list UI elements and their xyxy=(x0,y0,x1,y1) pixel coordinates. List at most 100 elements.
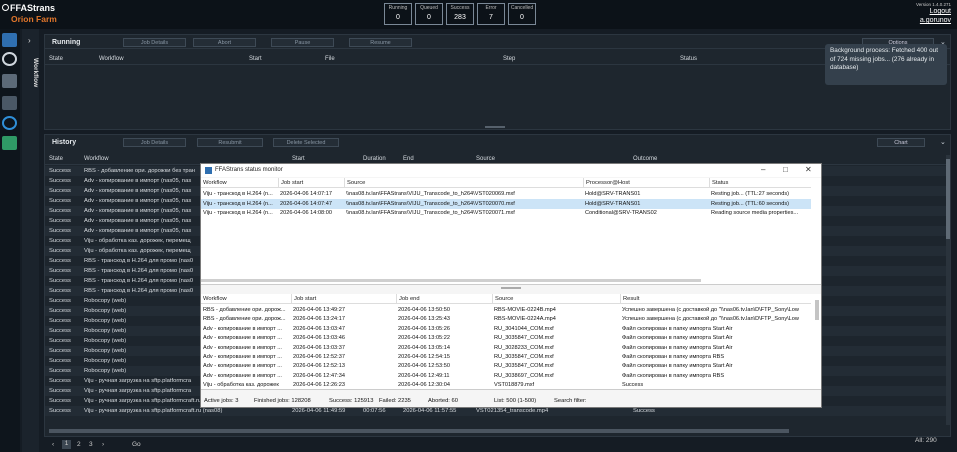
finished-jobs-table: Workflow Job start Job end Source Result… xyxy=(201,294,821,390)
cell-state: Success xyxy=(49,328,71,334)
page-1[interactable]: 1 xyxy=(62,440,71,449)
total-count: All: 290 xyxy=(915,437,937,444)
user-link[interactable]: a.gorunov xyxy=(920,17,951,24)
delete-selected-button[interactable]: Delete Selected xyxy=(273,138,339,147)
sidebar xyxy=(0,29,20,452)
running-title: Running xyxy=(52,39,81,46)
chart-button[interactable]: Chart xyxy=(877,138,925,147)
dialog-status-bar: Active jobs: 3 Finished jobs: 128208 Suc… xyxy=(204,398,587,404)
close-icon[interactable]: ✕ xyxy=(805,165,812,174)
history-hscrollbar[interactable] xyxy=(49,429,789,433)
expand-chevron-icon[interactable]: › xyxy=(28,36,31,45)
cell-state: Success xyxy=(49,258,71,264)
cell-wf: Viju - транскод в H.264 (n... xyxy=(203,210,273,216)
active-job-row[interactable]: Viju - транскод в H.264 (n... 2026-04-06 … xyxy=(201,208,811,218)
cell-state: Success xyxy=(49,238,71,244)
app-logo-icon xyxy=(2,4,9,11)
cell-state: Success xyxy=(49,408,71,414)
cell-end: 2026-04-06 12:30:04 xyxy=(398,382,450,388)
finished-job-row[interactable]: Viju - обработка каз. дорожек 2026-04-06 … xyxy=(201,380,811,388)
cell-start: 2026-04-06 14:08:00 xyxy=(280,210,332,216)
cell-status: Resting job... (TTL:27 seconds) xyxy=(711,191,790,197)
cell-status: Reading source media properties... xyxy=(711,210,799,216)
settings-gear-icon[interactable] xyxy=(2,52,17,66)
stat-running[interactable]: Running 0 xyxy=(384,3,412,25)
active-jobs-header: Workflow Job start Source Processor@Host… xyxy=(201,178,811,188)
stat-queued[interactable]: Queued 0 xyxy=(415,3,443,25)
cell-state: Success xyxy=(49,288,71,294)
cell-src: \\nas08.tv.lan\FFAStrans\VIJU_Transcode_… xyxy=(346,200,515,207)
active-hscrollbar[interactable] xyxy=(201,279,701,282)
cell-proc: Conditional@SRV-TRANS02 xyxy=(585,210,657,216)
page-3[interactable]: 3 xyxy=(89,441,93,448)
go-button[interactable]: Go xyxy=(132,441,141,448)
cell-state: Success xyxy=(49,268,71,274)
cell-proc: Hold@SRV-TRANS01 xyxy=(585,191,641,197)
cell-state: Success xyxy=(49,208,71,214)
history-job-details-button[interactable]: Job Details xyxy=(123,138,186,147)
cell-status: Resting job... (TTL:60 seconds) xyxy=(711,200,790,207)
history-scrollbar[interactable] xyxy=(946,155,950,425)
workflow-icon[interactable] xyxy=(2,136,17,150)
active-job-row[interactable]: Viju - транскод в H.264 (n... 2026-04-06 … xyxy=(201,198,811,209)
cell-wf: Viju - обработка каз. дорожек xyxy=(203,382,279,388)
dialog-app-icon xyxy=(205,167,212,174)
splitter-handle[interactable] xyxy=(485,126,505,128)
cell-proc: Hold@SRV-TRANS01 xyxy=(585,200,641,207)
background-process-tooltip: Background process: Fetched 400 out of 7… xyxy=(825,44,947,85)
finished-scrollbar[interactable] xyxy=(815,300,819,320)
version-label: Version 1.4.0.271 xyxy=(915,2,951,7)
cell-start: 2026-04-06 14:07:17 xyxy=(280,191,332,197)
job-details-button[interactable]: Job Details xyxy=(123,38,186,47)
cell-state: Success xyxy=(49,198,71,204)
active-job-row[interactable]: Viju - транскод в H.264 (n... 2026-04-06 … xyxy=(201,189,811,199)
cell-src: VST018879.mxf xyxy=(494,382,535,388)
workflow-strip xyxy=(22,29,39,452)
pause-button[interactable]: Pause xyxy=(271,38,334,47)
cell-state: Success xyxy=(49,358,71,364)
dialog-title: FFAStrans status monitor xyxy=(215,167,283,173)
active-jobs-table: Workflow Job start Source Processor@Host… xyxy=(201,178,821,285)
cell-wf: Viju - транскод в H.264 (n... xyxy=(203,200,273,207)
cell-wf: Viju - транскод в H.264 (n... xyxy=(203,191,273,197)
dialog-titlebar: FFAStrans status monitor xyxy=(201,164,821,177)
cell-res: Success xyxy=(622,382,644,388)
cell-state: Success xyxy=(49,318,71,324)
logout-link[interactable]: Logout xyxy=(930,8,951,15)
users-icon[interactable] xyxy=(2,74,17,88)
next-page-icon[interactable]: › xyxy=(102,441,104,448)
prev-page-icon[interactable]: ‹ xyxy=(52,441,54,448)
cell-state: Success xyxy=(49,338,71,344)
cell-src: \\nas08.tv.lan\FFAStrans\VIJU_Transcode_… xyxy=(346,210,515,216)
cell-state: Success xyxy=(49,168,71,174)
stat-cancelled[interactable]: Cancelled 0 xyxy=(508,3,536,25)
workflow-tab[interactable]: Workflow xyxy=(22,58,39,87)
cell-src: \\nas08.tv.lan\FFAStrans\VIJU_Transcode_… xyxy=(346,191,515,197)
cog-icon[interactable] xyxy=(2,116,17,130)
cell-state: Success xyxy=(49,228,71,234)
farm-name: Orion Farm xyxy=(11,14,57,24)
page-2[interactable]: 2 xyxy=(77,441,81,448)
resubmit-button[interactable]: Resubmit xyxy=(197,138,263,147)
monitor-icon[interactable] xyxy=(2,33,17,47)
stat-error[interactable]: Error 7 xyxy=(477,3,505,25)
running-header: State Workflow Start File Step Status xyxy=(45,54,950,65)
resume-button[interactable]: Resume xyxy=(349,38,412,47)
cell-state: Success xyxy=(49,398,71,404)
cell-start: 2026-04-06 14:07:47 xyxy=(280,200,332,207)
cell-state: Success xyxy=(49,248,71,254)
history-collapse-chevron-icon[interactable]: ⌄ xyxy=(940,138,946,146)
status-monitor-dialog: FFAStrans status monitor – □ ✕ Workflow … xyxy=(200,163,822,408)
maximize-icon[interactable]: □ xyxy=(783,165,788,174)
stat-success[interactable]: Success 283 xyxy=(446,3,474,25)
cell-state: Success xyxy=(49,308,71,314)
minimize-icon[interactable]: – xyxy=(761,165,765,174)
cell-state: Success xyxy=(49,218,71,224)
cell-state: Success xyxy=(49,348,71,354)
cell-state: Success xyxy=(49,278,71,284)
abort-button[interactable]: Abort xyxy=(193,38,256,47)
cell-state: Success xyxy=(49,368,71,374)
cell-start: 2026-04-06 12:26:23 xyxy=(293,382,345,388)
grid-icon[interactable] xyxy=(2,96,17,110)
dialog-splitter[interactable] xyxy=(501,287,521,289)
